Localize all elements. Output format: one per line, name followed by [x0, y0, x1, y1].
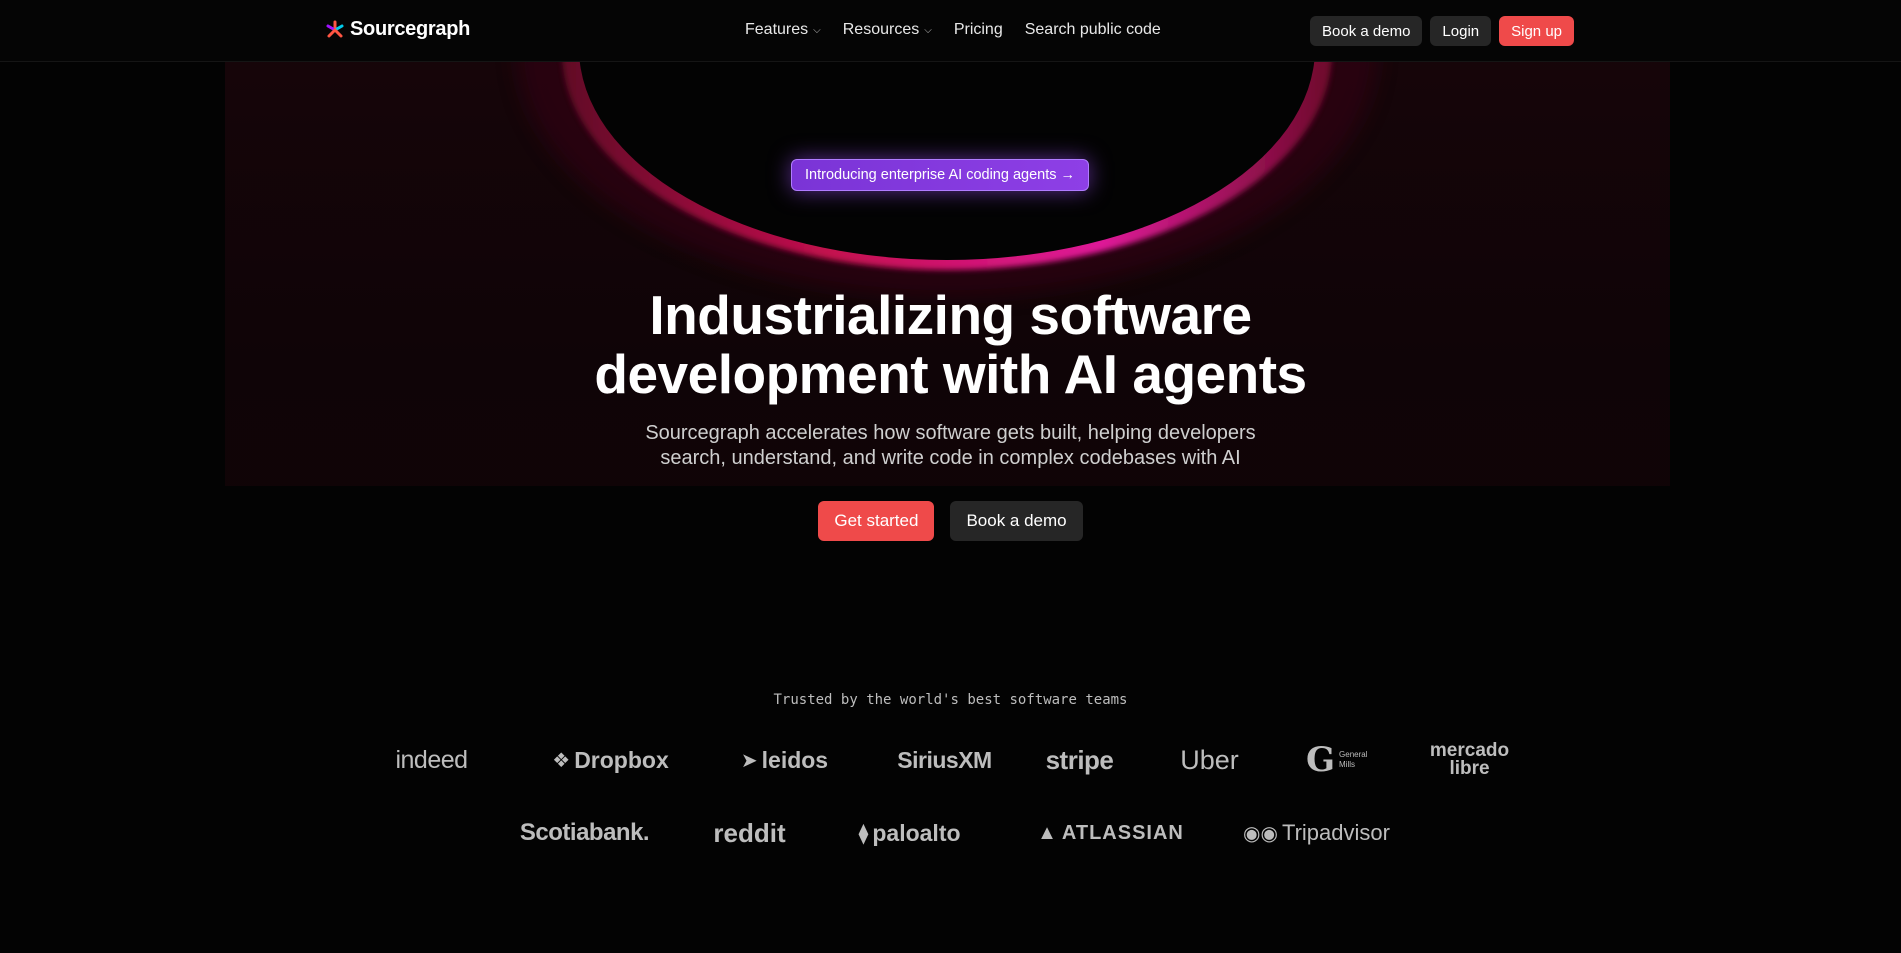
atlassian-logo: ▲ ATLASSIAN — [1036, 822, 1186, 845]
scotiabank-wordmark: Scotiabank. — [519, 819, 650, 846]
stripe-wordmark: stripe — [1045, 744, 1114, 775]
paloalto-icon: ⧫ — [858, 822, 869, 845]
signup-button[interactable]: Sign up — [1499, 16, 1574, 46]
stripe-logo: stripe — [1035, 745, 1125, 776]
reddit-logo: reddit — [700, 818, 800, 849]
headline-line-2: development with AI agents — [594, 343, 1307, 405]
indeed-logo: indeed — [377, 746, 487, 775]
dropbox-logo: ❖ Dropbox — [507, 747, 715, 774]
general-mills-logo: G General Mills — [1285, 740, 1395, 780]
mercado-libre-wordmark: mercado libre — [1429, 740, 1510, 779]
atlassian-icon: ▲ — [1037, 821, 1058, 844]
sub-line-2: search, understand, and write code in co… — [660, 447, 1241, 469]
chevron-down-icon: ⌵ — [813, 24, 821, 36]
scotiabank-logo: Scotiabank. — [510, 819, 660, 847]
uber-wordmark: Uber — [1180, 744, 1239, 775]
sourcegraph-mark-icon — [326, 20, 344, 37]
leidos-swoosh-icon: ➤ — [740, 749, 758, 772]
dropbox-wordmark: Dropbox — [574, 746, 669, 773]
paloalto-wordmark: paloalto — [872, 819, 961, 846]
tripadvisor-logo: ◉◉ Tripadvisor — [1242, 820, 1392, 846]
header-actions: Book a demo Login Sign up — [1310, 16, 1574, 46]
leidos-wordmark: leidos — [761, 746, 829, 773]
sub-line-1: Sourcegraph accelerates how software get… — [645, 422, 1256, 444]
logo-wordmark: Sourcegraph — [350, 18, 471, 40]
siriusxm-wordmark: SiriusXM — [897, 746, 992, 773]
nav-features-label: Features — [745, 21, 809, 38]
customer-logos-row-2: Scotiabank. reddit ⧫ paloalto ▲ ATLASSIA… — [0, 815, 1901, 851]
siriusxm-logo: SiriusXM — [855, 747, 1035, 774]
atlassian-wordmark: ATLASSIAN — [1061, 821, 1184, 844]
leidos-logo: ➤ leidos — [735, 747, 835, 774]
main-nav: Features ⌵ Resources ⌵ Pricing Search pu… — [745, 21, 1161, 39]
reddit-wordmark: reddit — [713, 817, 786, 848]
tripadvisor-owl-icon: ◉◉ — [1243, 822, 1278, 845]
get-started-button[interactable]: Get started — [818, 501, 935, 541]
trusted-by-label: Trusted by the world's best software tea… — [773, 692, 1128, 708]
uber-logo: Uber — [1145, 745, 1275, 776]
nav-pricing[interactable]: Pricing — [954, 21, 1003, 39]
paloalto-logo: ⧫ paloalto — [840, 820, 980, 847]
site-header: Sourcegraph Features ⌵ Resources ⌵ Prici… — [0, 0, 1901, 62]
mercado-libre-logo: mercado libre — [1415, 740, 1525, 779]
login-button[interactable]: Login — [1430, 16, 1492, 46]
customer-logos-row-1: indeed ❖ Dropbox ➤ leidos SiriusXM strip… — [0, 740, 1901, 780]
hero-book-demo-button[interactable]: Book a demo — [950, 501, 1083, 541]
hero-subheadline: Sourcegraph accelerates how software get… — [0, 421, 1901, 471]
general-mills-wordmark: General Mills — [1339, 750, 1368, 769]
announcement-badge[interactable]: Introducing enterprise AI coding agents … — [791, 159, 1090, 191]
general-mills-g-icon: G — [1305, 740, 1336, 780]
nav-resources-label: Resources — [842, 21, 920, 38]
headline-line-1: Industrializing software — [649, 284, 1252, 346]
hero-cta-group: Get started Book a demo — [0, 501, 1901, 541]
sourcegraph-logo[interactable]: Sourcegraph — [325, 18, 470, 41]
nav-search-public-code[interactable]: Search public code — [1025, 21, 1161, 39]
indeed-wordmark: indeed — [395, 745, 468, 774]
nav-features[interactable]: Features ⌵ — [745, 21, 821, 39]
book-demo-button[interactable]: Book a demo — [1310, 16, 1423, 46]
dropbox-icon: ❖ — [552, 749, 571, 772]
chevron-down-icon: ⌵ — [924, 24, 932, 36]
nav-resources[interactable]: Resources ⌵ — [843, 21, 932, 39]
hero-headline: Industrializing software development wit… — [0, 286, 1901, 404]
tripadvisor-wordmark: Tripadvisor — [1281, 820, 1390, 845]
